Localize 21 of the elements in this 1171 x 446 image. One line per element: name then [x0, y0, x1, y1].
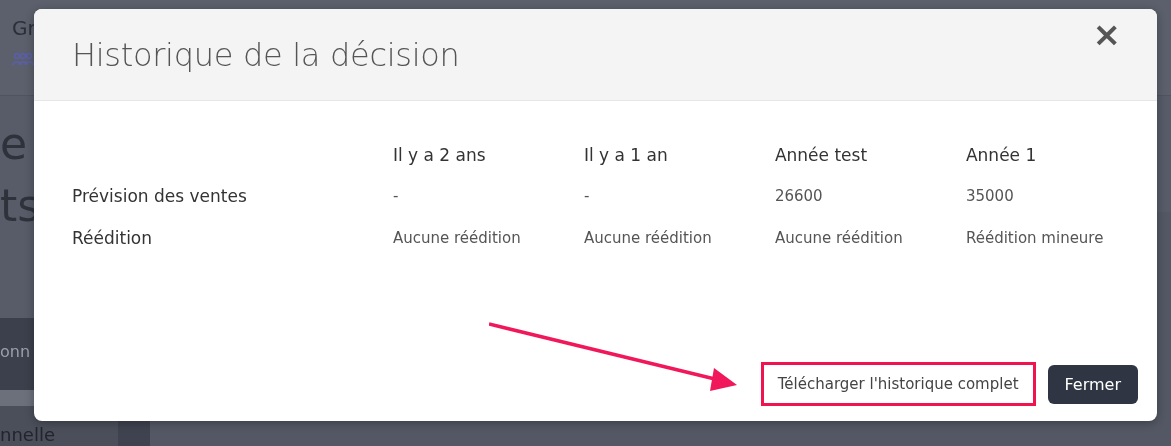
table-cell-text: Réédition mineure	[965, 228, 1105, 249]
table-cell-text: 26600	[774, 186, 824, 207]
table-cell: Aucune réédition	[583, 217, 775, 259]
table-cell: -	[392, 175, 584, 217]
close-button[interactable]: ×	[1092, 17, 1121, 51]
menu-separator	[0, 390, 34, 406]
column-header: Année test	[774, 135, 966, 175]
menu-item[interactable]: onn	[0, 342, 31, 361]
column-header: Année 1	[965, 144, 1038, 167]
column-header: Il y a 2 ans	[392, 144, 487, 167]
table-cell-text: Aucune réédition	[774, 228, 904, 249]
column-header: Il y a 1 an	[583, 135, 775, 175]
group-icon	[12, 52, 34, 66]
close-button[interactable]: Fermer	[1047, 364, 1138, 404]
row-label: Prévision des ventes	[72, 175, 393, 217]
table-cell: Aucune réédition	[392, 217, 584, 259]
table-cell-text: 35000	[965, 186, 1015, 207]
table-cell-text: -	[583, 186, 591, 207]
download-button[interactable]: Télécharger l'historique complet	[760, 362, 1036, 406]
modal-title: Historique de la décision	[72, 35, 460, 74]
row-label: Réédition	[72, 217, 393, 259]
